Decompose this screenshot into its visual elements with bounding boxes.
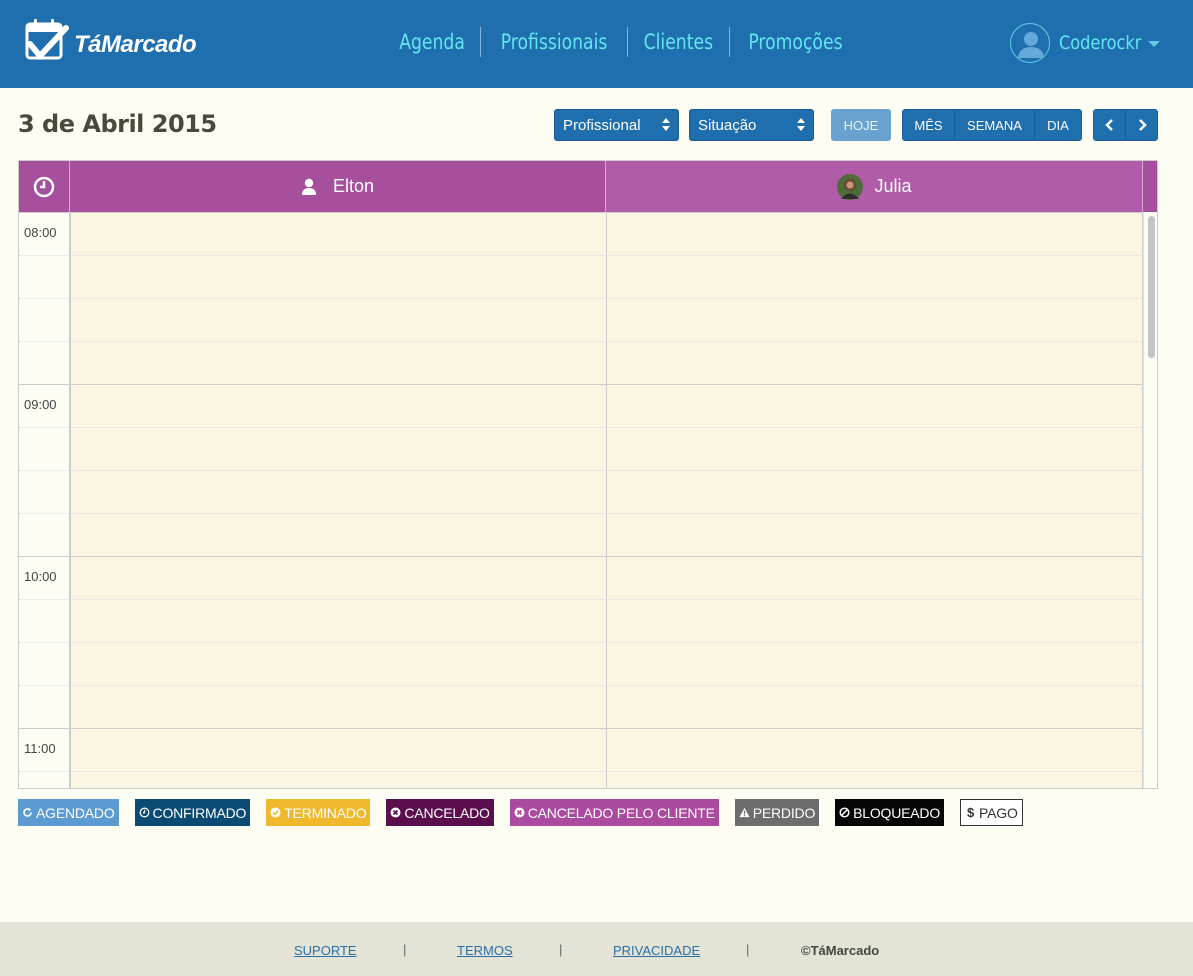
view-switcher: MÊS SEMANA DIA: [902, 109, 1082, 141]
legend-bloqueado: BLOQUEADO: [835, 799, 945, 826]
calendar-scrollbar[interactable]: [1143, 212, 1157, 788]
dollar-icon: $: [967, 805, 975, 820]
check-circle-icon: [270, 807, 281, 818]
column-divider: [606, 212, 607, 788]
legend-label: CANCELADO: [404, 804, 490, 821]
calendar-check-icon: [24, 18, 70, 68]
legend-confirmado: CONFIRMADO: [134, 799, 251, 826]
column-julia-slots[interactable]: [606, 212, 1143, 788]
legend-label: PERDIDO: [752, 804, 816, 821]
nav-divider: [728, 27, 730, 57]
footer: SUPORTE | TERMOS | PRIVACIDADE | ©TáMarc…: [0, 922, 1193, 976]
chevron-left-icon: [1104, 119, 1113, 131]
date-navigation: [1093, 109, 1158, 141]
today-button[interactable]: HOJE: [831, 109, 891, 141]
legend-label: CONFIRMADO: [152, 804, 247, 821]
legend-pago: $ PAGO: [960, 799, 1023, 826]
legend-cancelado: CANCELADO: [386, 799, 494, 826]
user-name: Coderockr: [1059, 32, 1142, 54]
column-header-elton[interactable]: Elton: [70, 161, 606, 212]
day-calendar: Elton Julia 08:00 09:00 10:00 11:00: [18, 160, 1158, 789]
nav-promocoes[interactable]: Promoções: [747, 30, 844, 54]
logo-text: TáMarcado: [74, 31, 197, 58]
legend-label: PAGO: [979, 804, 1018, 821]
view-month-button[interactable]: MÊS: [903, 110, 955, 140]
ban-icon: [839, 807, 850, 818]
status-select[interactable]: Situação: [689, 109, 814, 141]
refresh-icon: [22, 807, 33, 818]
x-circle-icon: [514, 807, 525, 818]
avatar-photo: [837, 173, 864, 200]
scrollbar-thumb[interactable]: [1148, 216, 1155, 358]
chevron-right-icon: [1138, 119, 1147, 131]
footer-copyright: ©TáMarcado: [801, 943, 880, 958]
legend-label: TERMINADO: [284, 804, 367, 821]
top-navbar: TáMarcado Agenda Profissionais Clientes …: [0, 0, 1193, 88]
nav-agenda[interactable]: Agenda: [398, 30, 467, 54]
column-name: Julia: [874, 176, 912, 196]
view-day-button[interactable]: DIA: [1035, 110, 1081, 140]
warning-icon: [739, 807, 750, 818]
time-label: 11:00: [24, 741, 56, 756]
header-scroll-spacer: [1143, 161, 1157, 212]
user-menu[interactable]: Coderockr: [1010, 23, 1160, 63]
legend-label: AGENDADO: [36, 804, 115, 821]
footer-separator: |: [403, 942, 407, 957]
footer-link-privacy[interactable]: PRIVACIDADE: [613, 943, 700, 958]
professional-select-value: Profissional: [563, 117, 641, 134]
view-week-button[interactable]: SEMANA: [955, 110, 1035, 140]
legend-perdido: PERDIDO: [734, 799, 820, 826]
footer-separator: |: [746, 942, 750, 957]
time-label: 09:00: [24, 397, 57, 412]
next-button[interactable]: [1126, 110, 1157, 140]
chevron-down-icon: [1147, 41, 1160, 47]
professional-select[interactable]: Profissional: [554, 109, 679, 141]
legend-terminado: TERMINADO: [266, 799, 371, 826]
user-avatar-icon: [1010, 23, 1050, 63]
main-nav: Agenda Profissionais Clientes Promoções: [390, 26, 855, 58]
calendar-header: Elton Julia: [19, 161, 1157, 212]
nav-clientes[interactable]: Clientes: [642, 30, 715, 54]
clock-icon: [19, 161, 70, 212]
footer-link-terms[interactable]: TERMOS: [457, 943, 513, 958]
legend-agendado: AGENDADO: [18, 799, 119, 826]
nav-divider: [627, 27, 629, 57]
legend-label: CANCELADO PELO CLIENTE: [527, 804, 715, 821]
page-title: 3 de Abril 2015: [18, 110, 217, 138]
user-icon: [301, 178, 316, 195]
status-legend: AGENDADO CONFIRMADO TERMINADO CANCELADO …: [18, 799, 1039, 826]
status-select-value: Situação: [698, 117, 757, 134]
legend-label: BLOQUEADO: [853, 804, 941, 821]
column-header-julia[interactable]: Julia: [606, 161, 1143, 212]
select-arrows-icon: [797, 118, 805, 132]
column-elton-slots[interactable]: [70, 212, 606, 788]
legend-cancelado-pelo-cliente: CANCELADO PELO CLIENTE: [509, 799, 719, 826]
time-label: 10:00: [24, 569, 57, 584]
clock-icon: [139, 807, 150, 818]
select-arrows-icon: [662, 118, 670, 132]
time-label: 08:00: [24, 225, 57, 240]
footer-link-support[interactable]: SUPORTE: [294, 943, 357, 958]
column-name: Elton: [332, 176, 375, 196]
footer-separator: |: [559, 942, 563, 957]
nav-profissionais[interactable]: Profissionais: [499, 30, 609, 54]
nav-divider: [480, 27, 482, 57]
prev-button[interactable]: [1094, 110, 1127, 140]
time-grid: 08:00 09:00 10:00 11:00: [19, 212, 1143, 788]
x-circle-icon: [390, 807, 401, 818]
column-divider: [70, 212, 71, 788]
logo[interactable]: TáMarcado: [24, 18, 197, 68]
